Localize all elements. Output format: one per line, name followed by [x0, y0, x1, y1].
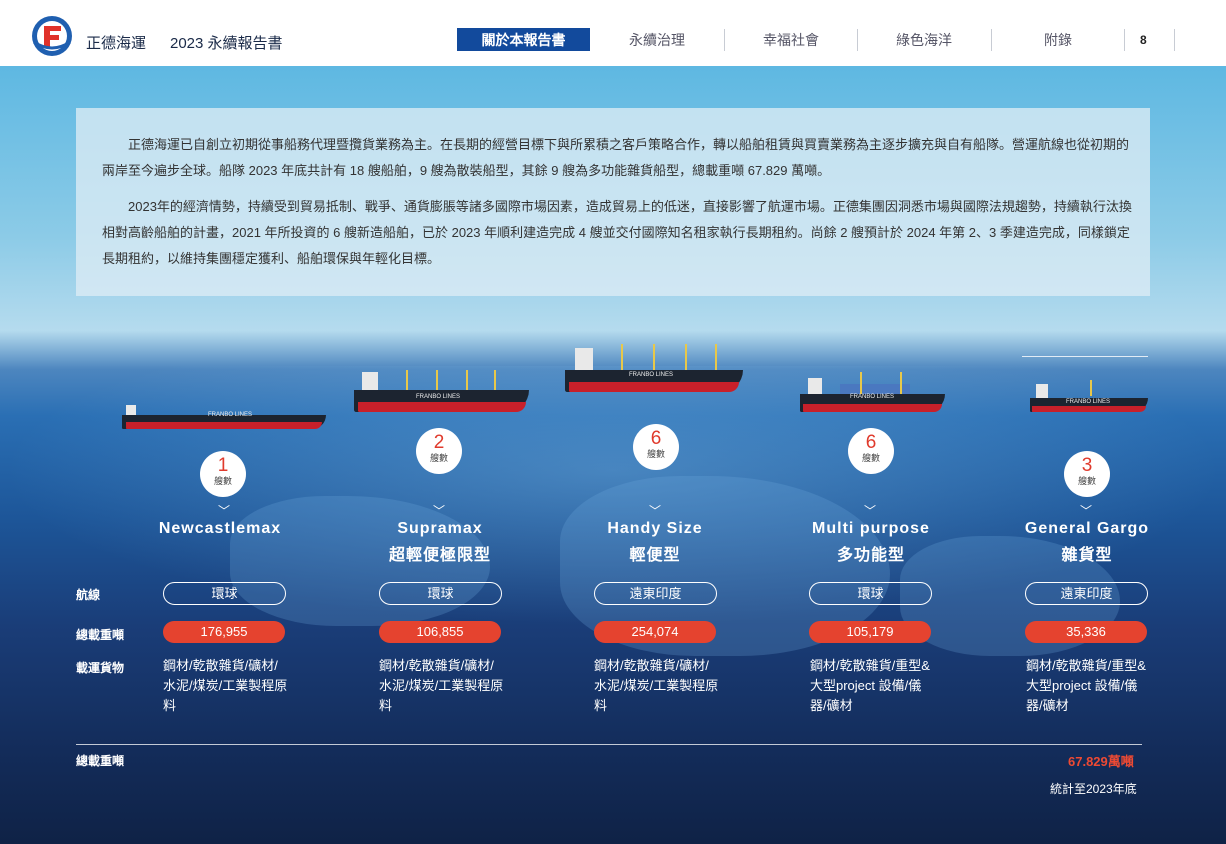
ship-hull-label: FRANBO LINES — [850, 394, 895, 400]
ship-hull-label: FRANBO LINES — [629, 372, 674, 378]
decorative-line — [1022, 356, 1148, 357]
nav-tab-governance[interactable]: 永續治理 — [600, 28, 714, 51]
divider — [76, 744, 1142, 745]
franbo-logo[interactable] — [30, 14, 74, 58]
cargo-text: 鋼材/乾散雜貨/重型&大型project 設備/儀器/礦材 — [810, 658, 930, 713]
dwt-pill: 105,179 — [809, 621, 931, 643]
nav-divider — [991, 29, 992, 51]
route-pill: 環球 — [379, 582, 502, 605]
ship-image-general-cargo: FRANBO LINES — [1030, 380, 1148, 412]
ship-type-title: Handy Size — [607, 520, 703, 537]
route-pill: 環球 — [163, 582, 286, 605]
stat-footnote: 統計至2023年底 — [1050, 782, 1137, 796]
chevron-down-icon: ﹀ — [218, 504, 231, 518]
ship-type-subtitle: 雜貨型 — [1061, 547, 1113, 564]
total-dwt-label: 總載重噸 — [76, 754, 125, 768]
ship-type-subtitle: 輕便型 — [629, 547, 681, 564]
nav-divider — [857, 29, 858, 51]
dwt-pill: 106,855 — [379, 621, 501, 643]
ship-count-badge: 1 艘數 — [200, 451, 246, 497]
ship-count-unit: 艘數 — [1077, 476, 1096, 486]
ship-type-subtitle: 超輕便極限型 — [388, 547, 491, 564]
row-label-cargo: 載運貨物 — [76, 661, 125, 675]
ship-count: 2 — [433, 432, 445, 453]
route-pill: 環球 — [809, 582, 932, 605]
ship-type-title: General Gargo — [1024, 520, 1150, 537]
chevron-down-icon: ﹀ — [649, 504, 662, 518]
brand-name: 正德海運 — [86, 35, 147, 52]
cargo-text: 鋼材/乾散雜貨/礦材/水泥/煤炭/工業製程原料 — [163, 658, 288, 713]
ship-count: 6 — [650, 428, 662, 449]
chevron-down-icon: ﹀ — [864, 504, 877, 518]
dwt-pill: 176,955 — [163, 621, 285, 643]
nav-tab-society[interactable]: 幸福社會 — [734, 28, 848, 51]
ship-count-badge: 3 艘數 — [1064, 451, 1110, 497]
ship-hull-label: FRANBO LINES — [208, 412, 253, 418]
ship-hull-label: FRANBO LINES — [416, 394, 461, 400]
ship-count-unit: 艘數 — [861, 453, 880, 463]
ship-count: 6 — [865, 432, 877, 453]
ship-count-unit: 艘數 — [429, 453, 448, 463]
ship-type-title: Supramax — [397, 520, 483, 537]
ship-type-title: Multi purpose — [812, 520, 930, 537]
page-number: 8 — [1140, 33, 1147, 47]
intro-paragraph-1: 正德海運已自創立初期從事船務代理暨攬貨業務為主。在長期的經營目標下與所累積之客戶… — [102, 137, 1130, 178]
route-pill: 遠東印度 — [1025, 582, 1148, 605]
row-label-route: 航線 — [76, 588, 101, 602]
nav-tab-ocean[interactable]: 綠色海洋 — [867, 28, 981, 51]
chevron-down-icon: ﹀ — [433, 504, 446, 518]
ship-image-multi-purpose: FRANBO LINES — [800, 372, 945, 412]
ship-count-badge: 2 艘數 — [416, 428, 462, 474]
ship-count-unit: 艘數 — [213, 476, 232, 486]
cargo-text: 鋼材/乾散雜貨/重型&大型project 設備/儀器/礦材 — [1026, 658, 1146, 713]
total-dwt-value: 67.829萬噸 — [1068, 754, 1134, 769]
ship-image-handy-size: FRANBO LINES — [565, 344, 743, 392]
chevron-down-icon: ﹀ — [1080, 504, 1093, 518]
ship-type-subtitle: 多功能型 — [836, 547, 905, 564]
cargo-text: 鋼材/乾散雜貨/礦材/水泥/煤炭/工業製程原料 — [379, 658, 504, 713]
nav-tab-about[interactable]: 關於本報告書 — [457, 28, 590, 51]
report-title: 2023 永續報告書 — [170, 35, 283, 52]
ship-count-badge: 6 艘數 — [848, 428, 894, 474]
dwt-pill: 254,074 — [594, 621, 716, 643]
cargo-text: 鋼材/乾散雜貨/礦材/水泥/煤炭/工業製程原料 — [594, 658, 719, 713]
nav-tab-appendix[interactable]: 附錄 — [1001, 28, 1115, 51]
ship-count: 3 — [1081, 455, 1093, 476]
ship-type-title: Newcastlemax — [158, 520, 282, 537]
nav-divider — [724, 29, 725, 51]
ship-image-newcastlemax: FRANBO LINES — [122, 403, 326, 429]
ship-count-badge: 6 艘數 — [633, 424, 679, 470]
nav-divider — [1174, 29, 1175, 51]
ship-count: 1 — [217, 455, 229, 476]
row-label-dwt: 總載重噸 — [76, 628, 125, 642]
intro-paragraph-2: 2023年的經濟情勢，持續受到貿易抵制、戰爭、通貨膨脹等諸多國際市場因素，造成貿… — [102, 199, 1132, 266]
ship-image-supramax: FRANBO LINES — [354, 370, 529, 412]
ship-count-unit: 艘數 — [646, 449, 665, 459]
nav-divider — [1124, 29, 1125, 51]
ship-hull-label: FRANBO LINES — [1066, 399, 1111, 405]
dwt-pill: 35,336 — [1025, 621, 1147, 643]
header: 正德海運 2023 永續報告書 關於本報告書 永續治理 幸福社會 綠色海洋 附錄… — [0, 0, 1226, 66]
route-pill: 遠東印度 — [594, 582, 717, 605]
